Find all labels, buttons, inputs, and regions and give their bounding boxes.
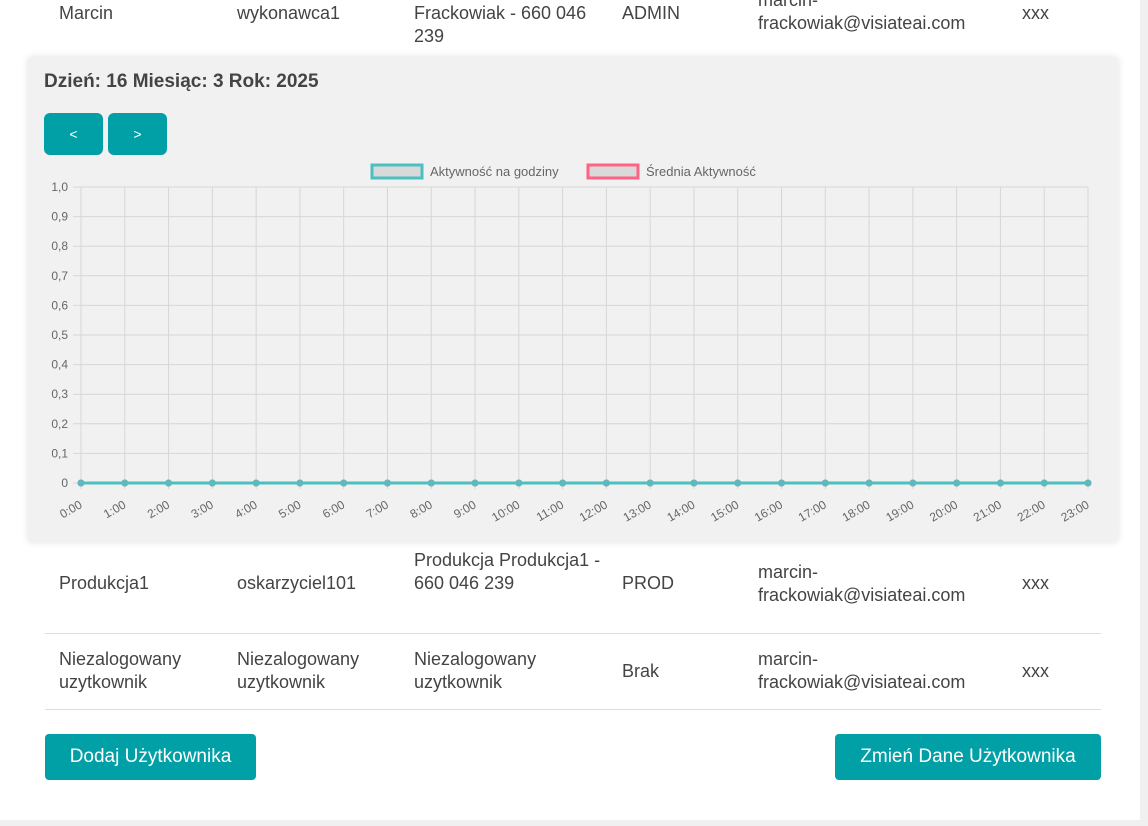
cell-login: oskarzyciel101 [237, 573, 357, 593]
y-tick-label: 0,5 [51, 328, 68, 342]
x-tick-label: 9:00 [451, 497, 479, 521]
cell-email: marcin-frackowiak@visiateai.com [758, 649, 966, 692]
cell-login: wykonawca1 [237, 3, 341, 23]
x-tick-label: 3:00 [189, 497, 217, 521]
data-point [602, 479, 610, 487]
x-tick-label: 17:00 [796, 497, 829, 524]
row-divider [45, 709, 1101, 710]
data-point [515, 479, 523, 487]
cell-email: marcin-frackowiak@visiateai.com [758, 562, 966, 605]
y-tick-label: 0,1 [51, 446, 68, 460]
cell-name: Niezalogowany uzytkownik [59, 649, 182, 692]
data-point [559, 479, 567, 487]
y-tick-label: 0,4 [51, 358, 68, 372]
y-tick-label: 0,6 [51, 298, 68, 312]
legend-label: Średnia Aktywność [646, 164, 756, 179]
cell-extra: xxx [1022, 3, 1049, 23]
x-tick-label: 13:00 [621, 497, 654, 524]
y-tick-label: 1,0 [51, 180, 68, 194]
data-point [821, 479, 829, 487]
data-point [734, 479, 742, 487]
cell-role: ADMIN [622, 3, 680, 23]
cell-name: Produkcja1 [59, 573, 150, 593]
x-tick-label: 23:00 [1058, 497, 1091, 524]
data-point [296, 479, 304, 487]
activity-popup: Dzień: 16 Miesiąc: 3 Rok: 2025 < > 0 0,1 0… [28, 57, 1118, 542]
data-point [165, 479, 173, 487]
cell-name: Marcin [59, 3, 114, 23]
data-point [909, 479, 917, 487]
x-tick-label: 22:00 [1015, 497, 1048, 524]
data-point [77, 479, 85, 487]
users-panel: Marcin wykonawca1 Frackowiak - 660 046 2… [0, 0, 1140, 820]
data-point [427, 479, 435, 487]
data-point [208, 479, 216, 487]
x-tick-label: 19:00 [883, 497, 916, 524]
data-point [121, 479, 129, 487]
x-tick-label: 20:00 [927, 497, 960, 524]
x-tick-label: 2:00 [145, 497, 173, 521]
cell-extra: xxx [1022, 661, 1049, 681]
edit-user-button[interactable]: Zmień Dane Użytkownika [835, 734, 1101, 780]
x-tick-label: 11:00 [534, 497, 567, 524]
y-tick-label: 0,2 [51, 417, 68, 431]
data-point [646, 479, 654, 487]
add-user-button[interactable]: Dodaj Użytkownika [45, 734, 256, 780]
x-tick-label: 18:00 [840, 497, 873, 524]
data-point [778, 479, 786, 487]
row-divider [45, 633, 1101, 634]
x-tick-label: 21:00 [971, 497, 1004, 524]
legend-swatch [586, 163, 640, 180]
data-point [252, 479, 260, 487]
data-point [471, 479, 479, 487]
cell-role: Brak [622, 661, 660, 681]
activity-chart: 0 0,1 0,2 0,3 0,4 0,5 0,6 0,7 0,8 0,9 1,0 0:00 1:00 2… [51, 163, 1092, 525]
x-tick-label: 1:00 [101, 497, 129, 521]
data-point [996, 479, 1004, 487]
y-tick-label: 0,8 [51, 239, 68, 253]
x-tick-label: 16:00 [752, 497, 785, 524]
y-tick-label: 0 [61, 476, 68, 490]
cell-contact: Niezalogowany uzytkownik [414, 649, 537, 692]
cell-extra: xxx [1022, 573, 1049, 593]
x-tick-label: 12:00 [577, 497, 610, 524]
cell-role: PROD [622, 573, 675, 593]
cell-login: Niezalogowany uzytkownik [237, 649, 360, 692]
legend-swatch [370, 163, 424, 180]
x-tick-label: 10:00 [489, 497, 522, 524]
legend-label: Aktywność na godziny [430, 164, 559, 179]
x-tick-label: 14:00 [664, 497, 697, 524]
data-point [865, 479, 873, 487]
x-tick-label: 4:00 [232, 497, 260, 521]
x-tick-label: 15:00 [708, 497, 741, 524]
y-tick-label: 0,7 [51, 269, 68, 283]
data-point [383, 479, 391, 487]
data-point [953, 479, 961, 487]
data-point [1040, 479, 1048, 487]
x-tick-label: 0:00 [57, 497, 85, 521]
cell-email: marcin-frackowiak@visiateai.com [758, 0, 966, 33]
data-point [690, 479, 698, 487]
y-tick-label: 0,3 [51, 387, 68, 401]
x-tick-label: 6:00 [320, 497, 348, 521]
x-tick-label: 5:00 [276, 497, 304, 521]
x-tick-label: 7:00 [364, 497, 392, 521]
x-tick-label: 8:00 [408, 497, 436, 521]
data-point [1084, 479, 1092, 487]
data-point [340, 479, 348, 487]
cell-contact: Produkcja Produkcja1 - 660 046 239 [414, 550, 601, 593]
y-tick-label: 0,9 [51, 210, 68, 224]
cell-contact: Frackowiak - 660 046 239 [414, 3, 587, 46]
